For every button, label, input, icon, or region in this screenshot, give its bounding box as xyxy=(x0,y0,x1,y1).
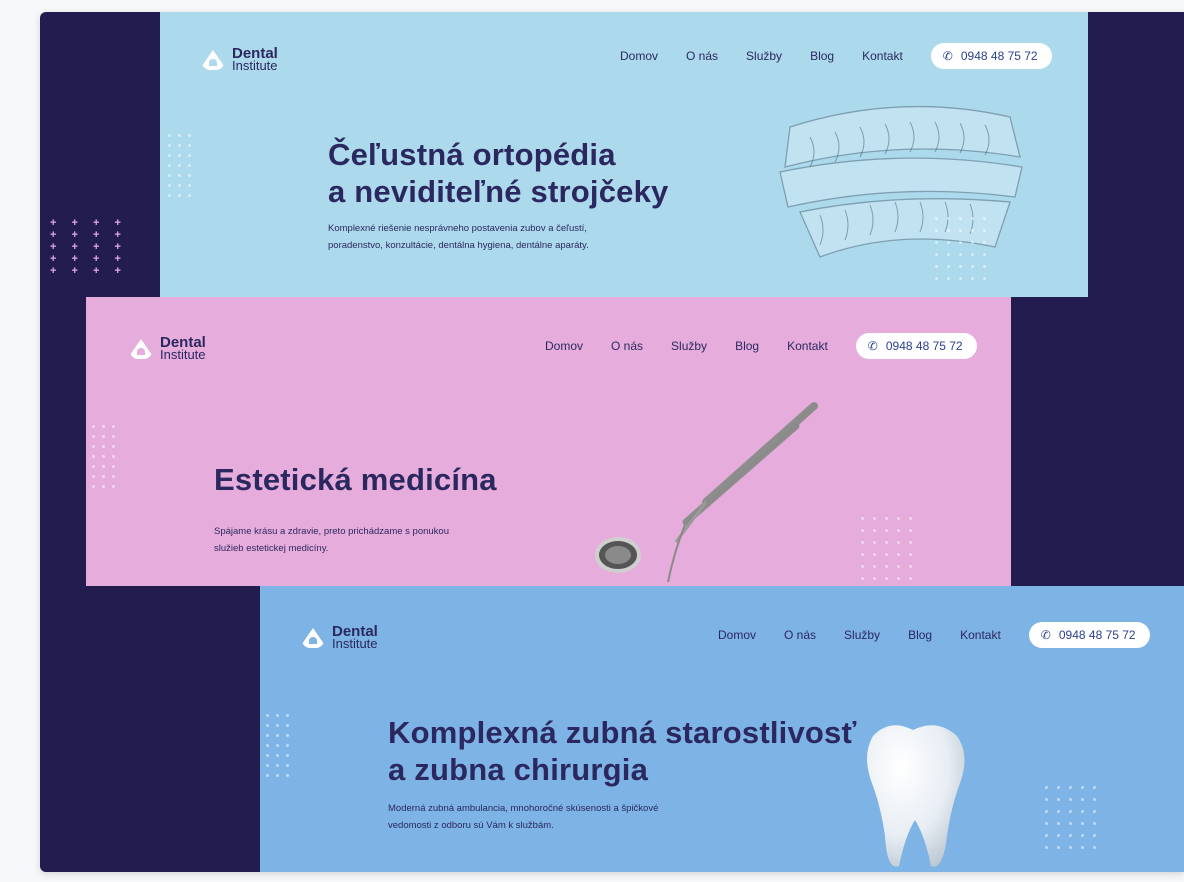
tooth-logo-icon xyxy=(202,50,224,70)
tooth-logo-icon xyxy=(130,339,152,359)
phone-number: 0948 48 75 72 xyxy=(960,49,1038,63)
main-nav: Domov O nás Služby Blog Kontakt ✆ 0948 4… xyxy=(545,333,977,359)
hero-description-line2: poradenstvo, konzultácie, dentálna hygie… xyxy=(328,240,589,251)
logo-name-line2: Institute xyxy=(332,636,378,651)
logo-name-line2: Institute xyxy=(160,347,206,362)
hero-description: Komplexné riešenie nesprávneho postaveni… xyxy=(328,220,589,254)
dot-pattern-decoration xyxy=(935,217,995,289)
phone-button[interactable]: ✆ 0948 48 75 72 xyxy=(930,43,1052,69)
nav-item-blog[interactable]: Blog xyxy=(810,49,834,63)
nav-item-about[interactable]: O nás xyxy=(686,49,718,63)
nav-item-home[interactable]: Domov xyxy=(545,339,583,353)
phone-number: 0948 48 75 72 xyxy=(885,339,963,353)
dental-mirror-illustration xyxy=(595,402,818,583)
hero-description: Spájame krásu a zdravie, preto prichádza… xyxy=(214,523,449,557)
logo-text: Dental Institute xyxy=(232,46,278,73)
phone-button[interactable]: ✆ 0948 48 75 72 xyxy=(1028,622,1150,648)
hero-description-line2: vedomosti z odboru sú Vám k službám. xyxy=(388,820,554,831)
dot-pattern-decoration xyxy=(168,134,198,204)
logo[interactable]: Dental Institute xyxy=(202,46,278,73)
hero-description-line2: služieb estetickej medicíny. xyxy=(214,543,329,554)
hero-title: Komplexná zubná starostlivosť a zubna ch… xyxy=(388,714,857,788)
banner-aesthetic-medicine: Dental Institute Domov O nás Služby Blog… xyxy=(86,297,1011,586)
tooth-logo-icon xyxy=(302,628,324,648)
hero-description-line1: Spájame krásu a zdravie, preto prichádza… xyxy=(214,526,449,537)
hero-title-line1: Čeľustná ortopédia xyxy=(328,137,616,172)
hero-title: Estetická medicína xyxy=(214,461,497,498)
phone-button[interactable]: ✆ 0948 48 75 72 xyxy=(855,333,977,359)
phone-icon: ✆ xyxy=(1040,628,1051,642)
tooth-illustration xyxy=(867,725,965,867)
nav-item-home[interactable]: Domov xyxy=(718,628,756,642)
phone-icon: ✆ xyxy=(867,339,878,353)
hero-description-line1: Komplexné riešenie nesprávneho postaveni… xyxy=(328,223,587,234)
nav-item-contact[interactable]: Kontakt xyxy=(960,628,1001,642)
logo[interactable]: Dental Institute xyxy=(130,335,206,362)
presentation-frame: + + + + + + + + + + + + + + + + + + + + Dent… xyxy=(40,12,1184,872)
logo-text: Dental Institute xyxy=(332,624,378,651)
hero-title-line2: a zubna chirurgia xyxy=(388,752,649,787)
nav-item-contact[interactable]: Kontakt xyxy=(787,339,828,353)
hero-title-line1: Komplexná zubná starostlivosť xyxy=(388,715,857,750)
nav-item-blog[interactable]: Blog xyxy=(908,628,932,642)
dot-pattern-decoration xyxy=(92,425,122,495)
dot-pattern-decoration xyxy=(266,714,296,784)
phone-icon: ✆ xyxy=(942,49,953,63)
main-nav: Domov O nás Služby Blog Kontakt ✆ 0948 4… xyxy=(718,622,1150,648)
hero-title-line1: Estetická medicína xyxy=(214,462,497,497)
nav-item-about[interactable]: O nás xyxy=(611,339,643,353)
nav-item-about[interactable]: O nás xyxy=(784,628,816,642)
banner-orthopedics: Dental Institute Domov O nás Služby Blog… xyxy=(160,12,1088,297)
hero-title-line2: a neviditeľné strojčeky xyxy=(328,174,669,209)
plus-pattern-decoration: + + + + + + + + + + + + + + + + + + + + xyxy=(50,217,127,277)
main-nav: Domov O nás Služby Blog Kontakt ✆ 0948 4… xyxy=(620,43,1052,69)
hero-title: Čeľustná ortopédia a neviditeľné strojče… xyxy=(328,136,668,210)
nav-item-services[interactable]: Služby xyxy=(671,339,707,353)
phone-number: 0948 48 75 72 xyxy=(1058,628,1136,642)
hero-description-line1: Moderná zubná ambulancia, mnohoročné skú… xyxy=(388,803,659,814)
logo[interactable]: Dental Institute xyxy=(302,624,378,651)
nav-item-contact[interactable]: Kontakt xyxy=(862,49,903,63)
nav-item-blog[interactable]: Blog xyxy=(735,339,759,353)
hero-description: Moderná zubná ambulancia, mnohoročné skú… xyxy=(388,800,658,834)
logo-name-line2: Institute xyxy=(232,58,278,73)
dot-pattern-decoration xyxy=(1045,786,1105,858)
nav-item-home[interactable]: Domov xyxy=(620,49,658,63)
dot-pattern-decoration xyxy=(861,517,921,586)
nav-item-services[interactable]: Služby xyxy=(844,628,880,642)
banner-dental-care: Dental Institute Domov O nás Služby Blog… xyxy=(260,586,1184,872)
logo-text: Dental Institute xyxy=(160,335,206,362)
nav-item-services[interactable]: Služby xyxy=(746,49,782,63)
